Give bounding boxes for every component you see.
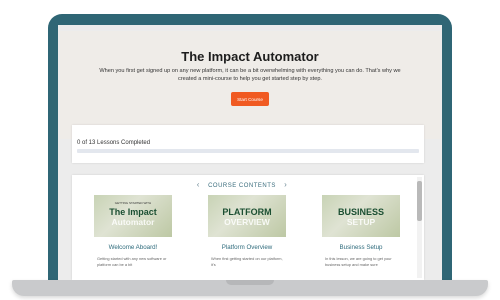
scrollbar-thumb[interactable] — [417, 181, 422, 221]
lesson-thumbnail[interactable]: PLATFORM OVERVIEW — [208, 195, 286, 237]
lesson-title[interactable]: Welcome Aboard! — [94, 244, 172, 251]
lesson-card[interactable]: PLATFORM OVERVIEW Platform Overview When… — [208, 195, 286, 267]
thumbnail-title: The Impact — [109, 207, 157, 217]
progress-bar — [77, 149, 419, 153]
contents-scrollbar[interactable] — [417, 177, 422, 278]
course-contents-heading: COURSE CONTENTS — [208, 183, 276, 189]
lesson-description: In this lesson, we are going to get your… — [325, 256, 392, 267]
chevron-right-icon[interactable]: › — [284, 180, 287, 189]
course-contents-nav: ‹ COURSE CONTENTS › — [72, 180, 412, 189]
lesson-card[interactable]: BUSINESS SETUP Business Setup In this le… — [322, 195, 400, 267]
course-title: The Impact Automator — [181, 49, 319, 64]
progress-label: 0 of 13 Lessons Completed — [77, 140, 151, 146]
thumbnail-title: BUSINESS — [337, 207, 384, 217]
course-intro-text: When you first get signed up on any new … — [99, 68, 401, 82]
lesson-thumbnail[interactable]: BUSINESS SETUP — [322, 195, 400, 237]
thumbnail-subtitle: OVERVIEW — [224, 217, 270, 227]
start-course-button[interactable]: Start Course — [231, 92, 269, 106]
lesson-thumbnail[interactable]: GETTING STARTED WITH The Impact Automato… — [94, 195, 172, 237]
lesson-description: Getting started with any new software or… — [97, 256, 167, 267]
lesson-description: When first getting started on our platfo… — [211, 256, 283, 267]
lesson-title[interactable]: Business Setup — [322, 244, 400, 251]
thumbnail-title: PLATFORM — [222, 207, 272, 217]
laptop-notch — [226, 280, 274, 285]
progress-card: 0 of 13 Lessons Completed — [72, 125, 424, 163]
laptop-base — [12, 280, 488, 296]
lesson-card[interactable]: GETTING STARTED WITH The Impact Automato… — [94, 195, 172, 267]
thumbnail-subtitle: Automator — [111, 217, 155, 227]
thumbnail-subtitle: SETUP — [346, 217, 376, 227]
thumbnail-kicker: GETTING STARTED WITH — [114, 201, 152, 205]
course-hero: The Impact Automator When you first get … — [60, 31, 440, 139]
laptop-screen: The Impact Automator When you first get … — [58, 25, 442, 280]
course-contents-panel: ‹ COURSE CONTENTS › GETTING STARTED WITH… — [72, 175, 424, 280]
lesson-title[interactable]: Platform Overview — [208, 244, 286, 251]
chevron-left-icon[interactable]: ‹ — [197, 180, 200, 189]
